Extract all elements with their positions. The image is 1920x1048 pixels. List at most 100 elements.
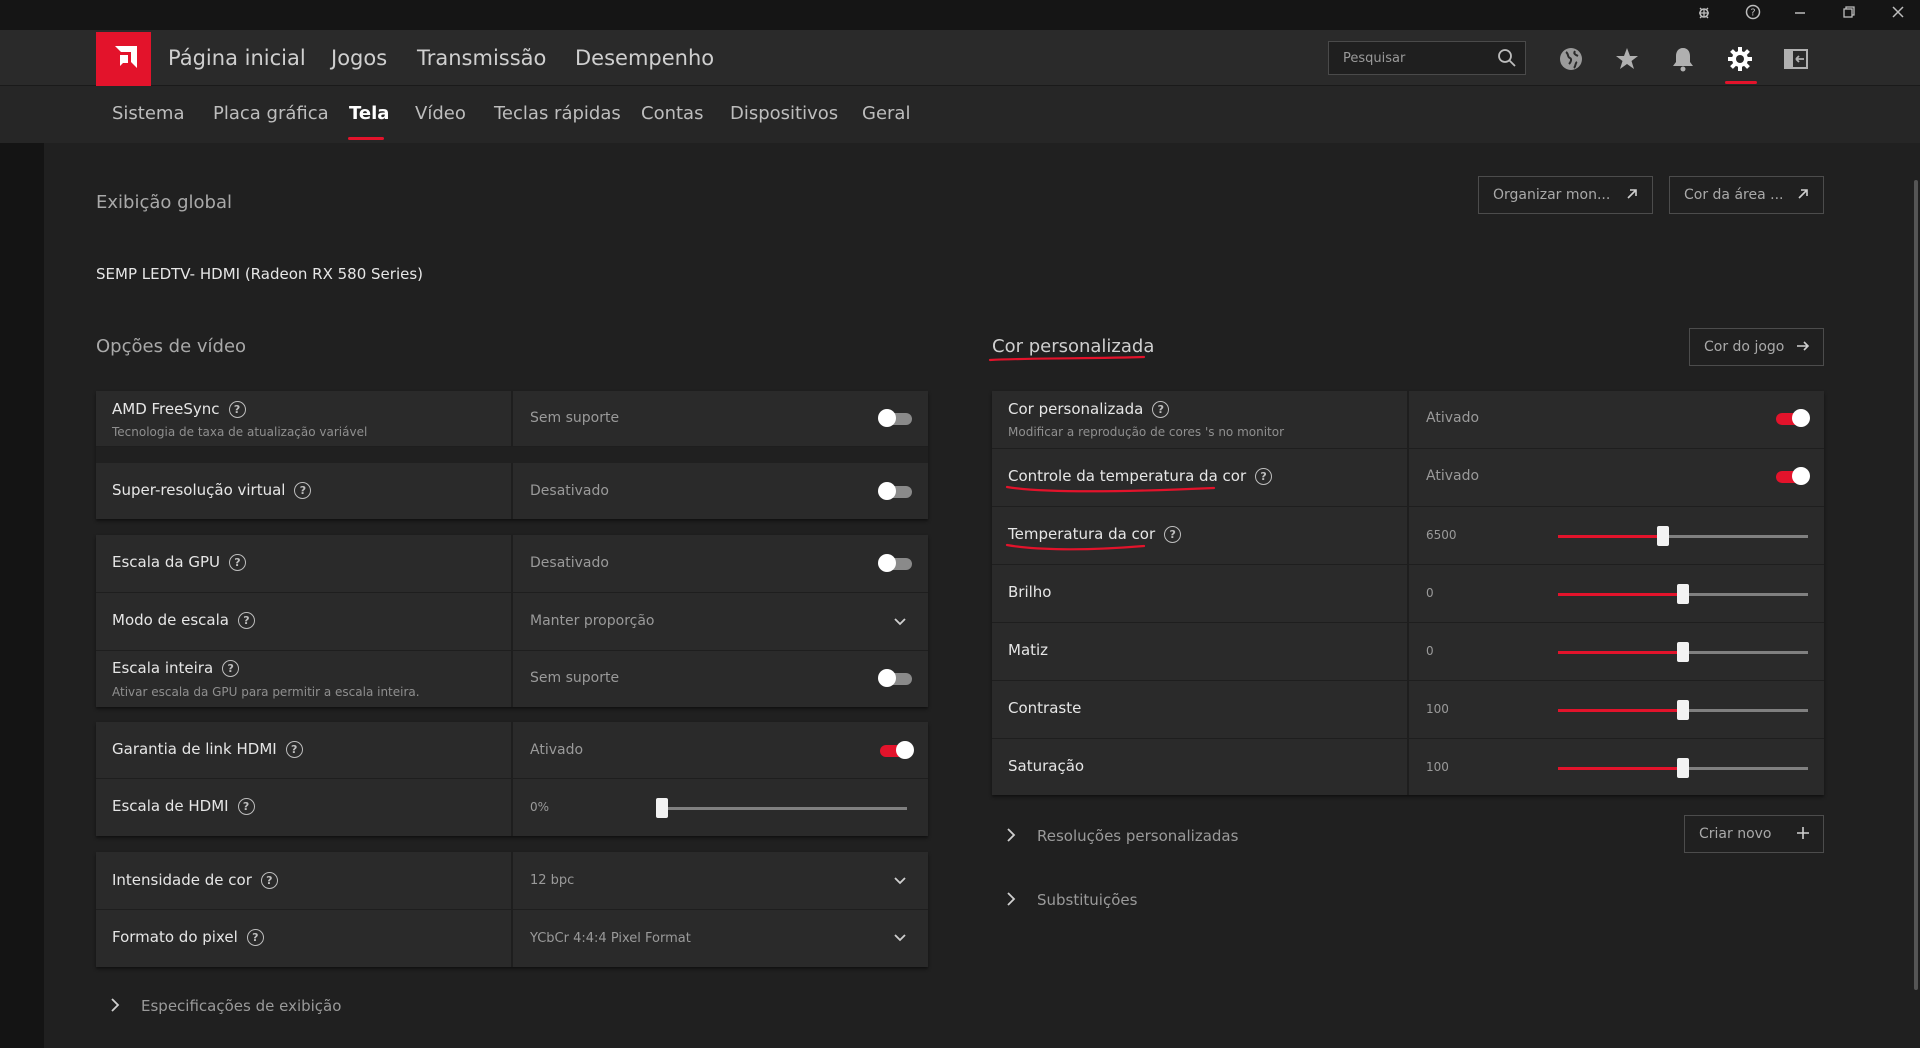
- color-depth-row[interactable]: Intensidade de cor? 12 bpc: [96, 852, 928, 910]
- nav-games[interactable]: Jogos: [331, 46, 387, 70]
- help-icon[interactable]: ?: [237, 612, 255, 629]
- hdmi-scaling-row: Escala de HDMI? 0%: [96, 779, 928, 836]
- integer-scaling-sub: Ativar escala da GPU para permitir a esc…: [112, 685, 420, 699]
- gpu-scaling-label: Escala da GPU?: [112, 553, 246, 571]
- game-color-button[interactable]: Cor do jogo: [1689, 328, 1824, 366]
- search-icon[interactable]: [1497, 48, 1517, 72]
- background-strip: [0, 143, 44, 1048]
- game-color-label: Cor do jogo: [1704, 339, 1785, 355]
- search-placeholder: Pesquisar: [1343, 51, 1406, 66]
- chevron-down-icon[interactable]: [892, 614, 908, 634]
- pixel-format-row[interactable]: Formato do pixel? YCbCr 4:4:4 Pixel Form…: [96, 910, 928, 967]
- external-link-icon: [1624, 186, 1640, 206]
- chevron-down-icon[interactable]: [892, 873, 908, 893]
- help-icon[interactable]: ?: [229, 554, 246, 571]
- freesync-sub: Tecnologia de taxa de atualização variáv…: [112, 425, 368, 439]
- chevron-down-icon[interactable]: [892, 930, 908, 950]
- integer-scaling-toggle[interactable]: [878, 669, 912, 687]
- scrollbar[interactable]: [1914, 180, 1918, 990]
- custom-color-sub: Modificar a reprodução de cores 's no mo…: [1008, 425, 1285, 439]
- annotation-underline-temp-control: [1005, 485, 1216, 493]
- bell-icon[interactable]: [1669, 45, 1699, 73]
- nav-streaming[interactable]: Transmissão: [417, 46, 546, 70]
- organize-monitors-button[interactable]: Organizar mon...: [1478, 176, 1653, 214]
- tab-placa-grafica[interactable]: Placa gráfica: [213, 103, 329, 124]
- saturation-label: Saturação: [1008, 757, 1085, 775]
- virtual-super-resolution-row: Super-resolução virtual? Desativado: [96, 463, 928, 519]
- hdmi-link-toggle[interactable]: [880, 741, 914, 759]
- contrast-value: 100: [1426, 702, 1449, 716]
- color-depth-label: Intensidade de cor?: [112, 871, 278, 889]
- color-temp-control-row: Controle da temperatura da cor? Ativado: [992, 449, 1824, 507]
- slider-thumb[interactable]: [1657, 526, 1669, 546]
- hdmi-scaling-slider[interactable]: [656, 798, 907, 818]
- help-icon[interactable]: ?: [228, 401, 246, 418]
- sidebar-toggle-icon[interactable]: [1782, 45, 1812, 73]
- svg-text:?: ?: [1750, 8, 1755, 19]
- nav-performance[interactable]: Desempenho: [575, 46, 714, 70]
- tab-contas[interactable]: Contas: [641, 103, 703, 124]
- overrides-label: Substituições: [1037, 891, 1138, 909]
- tab-geral[interactable]: Geral: [862, 103, 910, 124]
- saturation-row: Saturação 100: [992, 739, 1824, 795]
- gpu-scaling-toggle[interactable]: [878, 554, 912, 572]
- help-icon[interactable]: ?: [1164, 526, 1182, 543]
- bug-report-icon[interactable]: [1690, 4, 1718, 26]
- tab-tela[interactable]: Tela: [349, 103, 389, 124]
- star-icon[interactable]: [1613, 45, 1643, 73]
- help-icon[interactable]: ?: [246, 929, 264, 946]
- desktop-color-button[interactable]: Cor da área ...: [1669, 176, 1824, 214]
- tab-video[interactable]: Vídeo: [415, 103, 466, 124]
- display-specs-label: Especificações de exibição: [141, 997, 342, 1015]
- color-temperature-value: 6500: [1426, 528, 1457, 542]
- help-icon[interactable]: ?: [260, 872, 278, 889]
- slider-thumb[interactable]: [656, 798, 668, 818]
- tab-sistema[interactable]: Sistema: [112, 103, 185, 124]
- search-input[interactable]: Pesquisar: [1328, 41, 1526, 75]
- custom-color-value: Ativado: [1426, 410, 1480, 426]
- contrast-slider[interactable]: [1558, 700, 1808, 720]
- slider-thumb[interactable]: [1677, 700, 1689, 720]
- hdmi-scaling-value: 0%: [530, 800, 550, 814]
- custom-resolutions-label: Resoluções personalizadas: [1037, 827, 1239, 845]
- freesync-row: AMD FreeSync? Tecnologia de taxa de atua…: [96, 391, 928, 447]
- slider-thumb[interactable]: [1677, 584, 1689, 604]
- gear-icon[interactable]: [1726, 45, 1756, 73]
- custom-color-toggle[interactable]: [1776, 409, 1810, 427]
- restore-icon[interactable]: [1835, 4, 1863, 26]
- freesync-toggle[interactable]: [878, 409, 912, 427]
- tab-teclas-rapidas[interactable]: Teclas rápidas: [494, 103, 621, 124]
- nav-home[interactable]: Página inicial: [168, 46, 306, 70]
- saturation-slider[interactable]: [1558, 758, 1808, 778]
- custom-color-panel: Cor personalizada? Modificar a reproduçã…: [992, 391, 1824, 795]
- help-icon[interactable]: ?: [285, 741, 303, 758]
- help-icon[interactable]: ?: [1152, 401, 1170, 418]
- contrast-label: Contraste: [1008, 699, 1082, 717]
- close-icon[interactable]: [1884, 4, 1912, 26]
- scaling-mode-row[interactable]: Modo de escala? Manter proporção: [96, 593, 928, 651]
- help-icon[interactable]: ?: [1739, 4, 1767, 26]
- video-options-group-1: AMD FreeSync? Tecnologia de taxa de atua…: [96, 391, 928, 519]
- video-options-group-4: Intensidade de cor? 12 bpc Formato do pi…: [96, 852, 928, 967]
- vsr-toggle[interactable]: [878, 482, 912, 500]
- tab-dispositivos[interactable]: Dispositivos: [730, 103, 838, 124]
- amd-logo[interactable]: [96, 32, 151, 86]
- help-icon[interactable]: ?: [222, 660, 240, 677]
- contrast-row: Contraste 100: [992, 681, 1824, 739]
- brightness-slider[interactable]: [1558, 584, 1808, 604]
- help-icon[interactable]: ?: [1255, 468, 1273, 485]
- color-temperature-slider[interactable]: [1558, 526, 1808, 546]
- color-depth-value: 12 bpc: [530, 873, 575, 888]
- create-new-button[interactable]: Criar novo: [1684, 815, 1824, 853]
- slider-thumb[interactable]: [1677, 642, 1689, 662]
- minimize-icon[interactable]: [1786, 4, 1814, 26]
- help-icon[interactable]: ?: [237, 798, 255, 815]
- globe-icon[interactable]: [1557, 45, 1587, 73]
- color-temp-control-toggle[interactable]: [1776, 467, 1810, 485]
- hue-slider[interactable]: [1558, 642, 1808, 662]
- brightness-value: 0: [1426, 586, 1434, 600]
- slider-thumb[interactable]: [1677, 758, 1689, 778]
- help-icon[interactable]: ?: [294, 482, 312, 499]
- global-display-title: Exibição global: [96, 192, 233, 213]
- chevron-right-icon: [1004, 827, 1018, 847]
